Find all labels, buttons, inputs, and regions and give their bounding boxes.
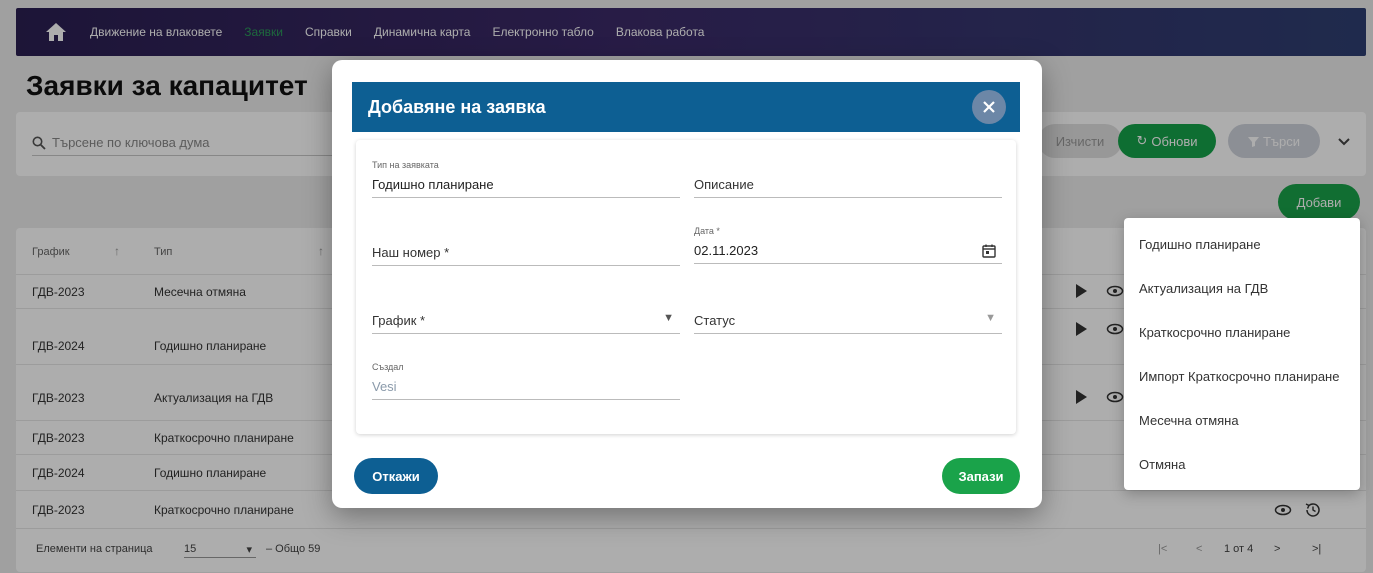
created-by-label: Създал [372,362,404,372]
date-label: Дата * [694,226,720,236]
menu-item-cancellation[interactable]: Отмяна [1124,442,1360,486]
menu-item-gdv-update[interactable]: Актуализация на ГДВ [1124,266,1360,310]
close-button[interactable] [972,90,1006,124]
dropdown-arrow-icon: ▼ [663,312,674,324]
date-value: 02.11.2023 [694,243,759,258]
description-field[interactable]: Описание [694,160,1002,198]
menu-item-monthly-cancellation[interactable]: Месечна отмяна [1124,398,1360,442]
status-select[interactable]: Статус ▼ [694,296,1002,334]
created-by-value: Vesi [372,374,680,400]
menu-item-short-term-planning[interactable]: Краткосрочно планиране [1124,310,1360,354]
created-by-field: Създал Vesi [372,362,680,400]
add-type-menu: Годишно планиране Актуализация на ГДВ Кр… [1124,218,1360,490]
close-icon [983,101,995,113]
menu-item-annual-planning[interactable]: Годишно планиране [1124,222,1360,266]
our-number-input[interactable]: Наш номер * [372,240,680,266]
dropdown-arrow-icon: ▼ [985,312,996,324]
schedule-select-value[interactable]: График * ▼ [372,308,680,334]
add-request-dialog: Добавяне на заявка Тип на заявката Годиш… [332,60,1042,508]
request-type-value: Годишно планиране [372,172,680,198]
dialog-header: Добавяне на заявка [352,82,1020,132]
status-select-value[interactable]: Статус ▼ [694,308,1002,334]
menu-item-import-short-term[interactable]: Импорт Краткосрочно планиране [1124,354,1360,398]
request-form: Тип на заявката Годишно планиране Описан… [356,140,1016,434]
request-type-field[interactable]: Тип на заявката Годишно планиране [372,160,680,198]
date-input[interactable]: 02.11.2023 [694,238,1002,264]
cancel-button[interactable]: Откажи [354,458,438,494]
request-type-label: Тип на заявката [372,160,439,170]
schedule-select[interactable]: График * ▼ [372,296,680,334]
date-field[interactable]: Дата * 02.11.2023 [694,226,1002,264]
calendar-icon[interactable] [982,244,996,258]
dialog-title: Добавяне на заявка [368,96,546,117]
our-number-field[interactable]: Наш номер * [372,228,680,266]
description-input[interactable]: Описание [694,172,1002,198]
save-button[interactable]: Запази [942,458,1020,494]
